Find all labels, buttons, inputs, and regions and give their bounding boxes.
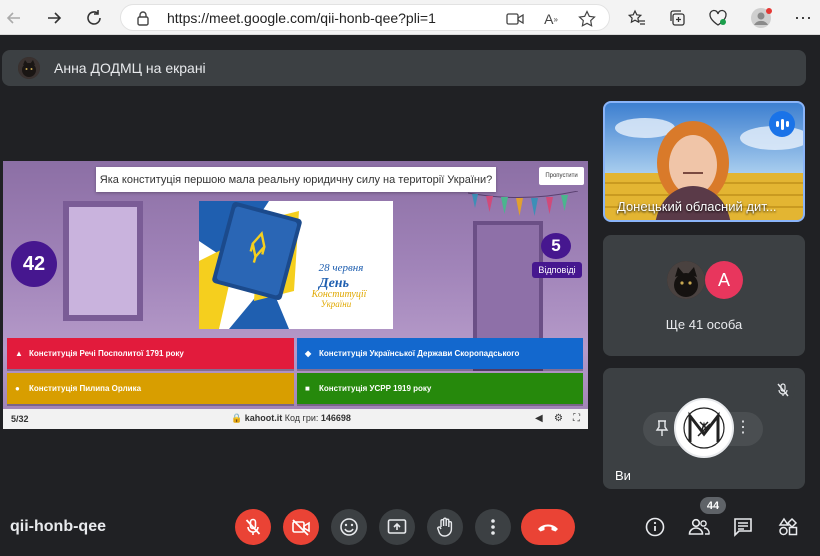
presenting-banner: Анна ДОДМЦ на екрані <box>2 50 806 86</box>
people-button[interactable] <box>685 513 713 541</box>
question-text: Яка конституція першою мала реальну юрид… <box>96 167 496 192</box>
people-count-badge: 44 <box>700 497 726 514</box>
favorite-star-icon[interactable] <box>577 9 597 29</box>
activities-button[interactable] <box>774 513 802 541</box>
game-pin-label: Код гри: <box>284 413 319 423</box>
camera-permission-icon[interactable] <box>505 9 525 29</box>
hand-icon <box>437 517 453 537</box>
address-bar[interactable]: https://meet.google.com/qii-honb-qee?pli… <box>120 4 610 31</box>
more-vert-icon <box>491 519 495 535</box>
lock-icon[interactable] <box>135 10 151 26</box>
self-tile[interactable]: ⋮ Ви <box>603 368 805 489</box>
read-aloud-icon[interactable]: A» <box>541 9 561 29</box>
site-name: kahoot.it <box>244 413 283 423</box>
present-icon <box>387 519 407 534</box>
presenting-text: Анна ДОДМЦ на екрані <box>54 60 206 76</box>
small-lock-icon: 🔒 <box>231 413 243 423</box>
chat-button[interactable] <box>729 513 757 541</box>
leave-call-button[interactable] <box>521 509 575 545</box>
speaker-name: Донецький обласний дит... <box>617 199 777 214</box>
self-name: Ви <box>615 468 631 483</box>
shared-screen: Яка конституція першою мала реальну юрид… <box>3 161 588 429</box>
answer-red[interactable]: ▲ Конституція Речі Посполитої 1791 року <box>7 338 294 369</box>
collections-icon[interactable] <box>664 5 690 31</box>
answer-text: Конституція Пилипа Орлика <box>29 384 142 393</box>
emoji-icon <box>340 518 358 536</box>
triangle-icon: ▲ <box>15 349 23 358</box>
mic-off-icon <box>245 518 261 535</box>
profile-avatar[interactable] <box>748 5 774 31</box>
kahoot-site: 🔒 kahoot.it Код гри: 146698 <box>231 413 351 424</box>
reactions-button[interactable] <box>331 509 367 545</box>
url-text[interactable]: https://meet.google.com/qii-honb-qee?pli… <box>167 10 436 26</box>
back-icon[interactable] <box>0 4 28 32</box>
game-pin: 146698 <box>320 413 351 423</box>
answer-text: Конституція УСРР 1919 року <box>319 384 432 393</box>
pin-icon[interactable] <box>655 420 669 439</box>
chat-icon <box>734 518 752 537</box>
answer-text: Конституція Речі Посполитої 1791 року <box>29 349 184 358</box>
answer-text: Конституція Української Держави Скоропад… <box>319 349 520 358</box>
fullscreen-icon[interactable]: ⛶ <box>573 413 580 424</box>
self-avatar <box>674 398 734 458</box>
participant-initial-avatar: A <box>705 261 743 299</box>
more-participants-label: Ще 41 особа <box>665 317 743 332</box>
browser-essentials-icon[interactable] <box>705 5 731 31</box>
cat-avatar <box>667 261 705 299</box>
settings-gear-icon[interactable]: ⚙ <box>554 413 563 424</box>
speaker-tile[interactable]: Донецький обласний дит... <box>603 101 805 222</box>
people-icon <box>688 518 710 535</box>
activities-icon <box>778 517 798 536</box>
answer-yellow[interactable]: ● Конституція Пилипа Орлика <box>7 373 294 404</box>
answers-count: 5 <box>541 233 571 259</box>
presenter-avatar <box>18 57 40 79</box>
mic-off-icon <box>771 378 795 402</box>
info-icon <box>645 517 665 537</box>
circle-icon: ● <box>15 384 20 393</box>
more-options-icon[interactable]: ⋮ <box>735 418 751 438</box>
square-icon: ■ <box>305 384 310 393</box>
favorites-icon[interactable] <box>624 5 650 31</box>
meeting-code: qii-honb-qee <box>10 518 106 535</box>
countdown-timer: 42 <box>11 241 57 287</box>
skip-button[interactable]: Пропустити <box>539 167 584 185</box>
question-image: 28 червня День Конституції України <box>199 201 393 329</box>
forward-icon[interactable] <box>40 4 68 32</box>
camera-off-icon <box>292 519 310 536</box>
bunting-decoration <box>468 191 578 216</box>
answer-green[interactable]: ■ Конституція УСРР 1919 року <box>297 373 583 404</box>
present-screen-button[interactable] <box>379 509 415 545</box>
background-window <box>63 201 143 321</box>
others-tile[interactable]: A Ще 41 особа <box>603 235 805 356</box>
volume-icon[interactable]: ◀ <box>535 413 543 424</box>
raise-hand-button[interactable] <box>427 509 463 545</box>
question-progress: 5/32 <box>11 414 29 424</box>
meeting-details-button[interactable] <box>641 513 669 541</box>
more-menu-icon[interactable]: ⋯ <box>790 5 816 31</box>
mic-toggle-button[interactable] <box>235 509 271 545</box>
hang-up-icon <box>538 524 558 532</box>
answer-blue[interactable]: ◆ Конституція Української Держави Скороп… <box>297 338 583 369</box>
speaking-indicator-icon <box>769 111 795 137</box>
browser-toolbar: https://meet.google.com/qii-honb-qee?pli… <box>0 0 820 35</box>
caption-ukraine: України <box>321 299 352 309</box>
diamond-icon: ◆ <box>305 349 312 358</box>
camera-toggle-button[interactable] <box>283 509 319 545</box>
more-options-button[interactable] <box>475 509 511 545</box>
refresh-icon[interactable] <box>80 4 108 32</box>
answers-label: Відповіді <box>532 262 582 278</box>
kahoot-status-bar: 5/32 🔒 kahoot.it Код гри: 146698 ◀ ⚙ ⛶ <box>3 409 588 429</box>
caption-date: 28 червня <box>319 262 364 274</box>
